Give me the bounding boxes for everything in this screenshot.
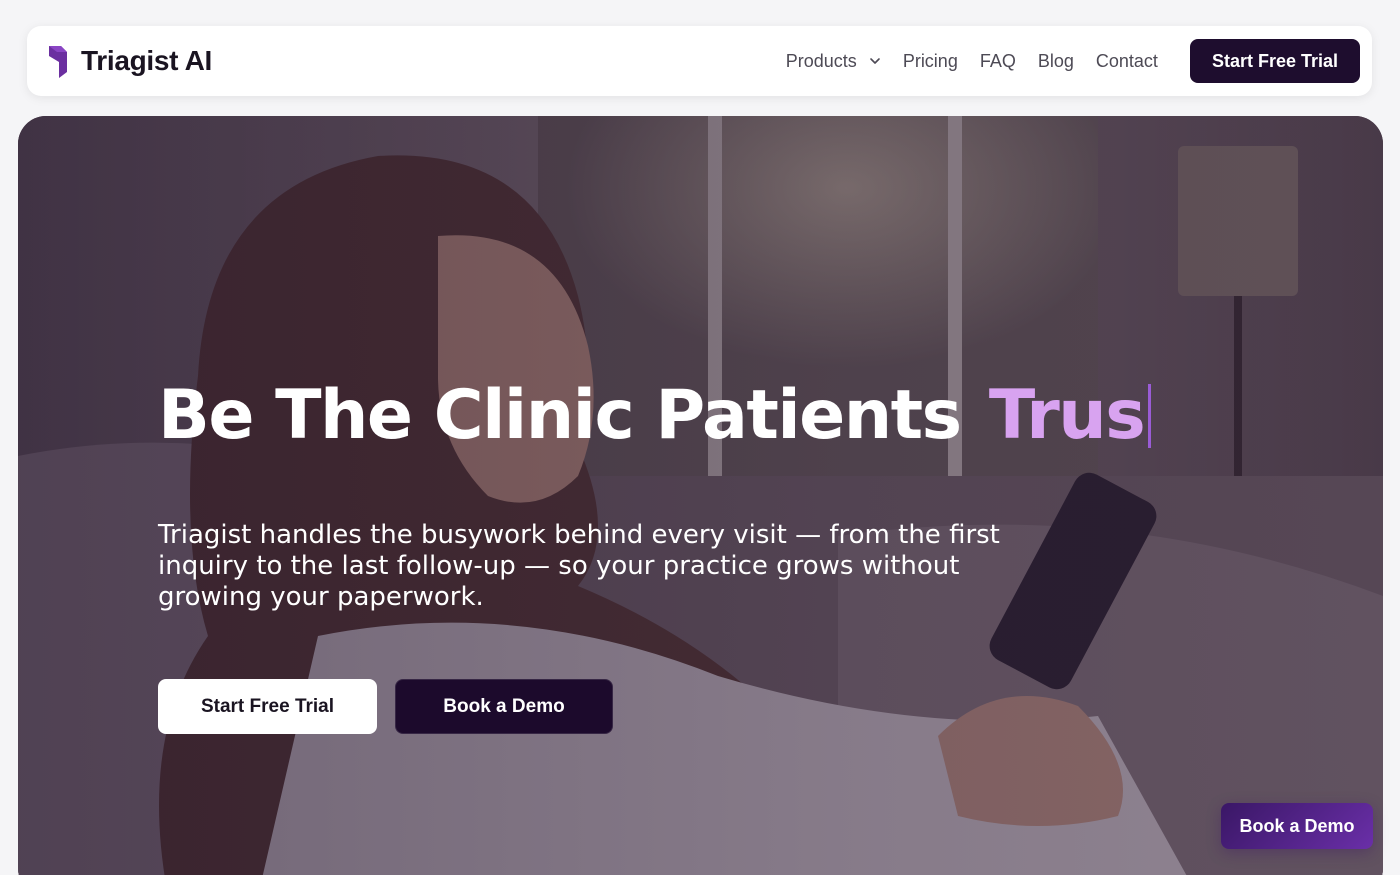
nav-products[interactable]: Products <box>786 51 881 72</box>
hero-start-free-trial-button[interactable]: Start Free Trial <box>158 679 377 734</box>
brand[interactable]: Triagist AI <box>47 44 212 78</box>
typing-caret <box>1148 384 1152 448</box>
nav-faq[interactable]: FAQ <box>980 51 1016 72</box>
brand-name: Triagist AI <box>81 45 213 76</box>
hero-section: Be The Clinic Patients Trus Triagist han… <box>18 116 1383 875</box>
hero-content: Be The Clinic Patients Trus Triagist han… <box>158 376 1152 734</box>
floating-book-demo-button[interactable]: Book a Demo <box>1221 803 1373 849</box>
chevron-down-icon <box>870 58 880 64</box>
hero-title-typed: Trus <box>988 376 1146 455</box>
landing-page: Triagist AI Products Pricing FAQ Blog Co… <box>0 0 1400 875</box>
triagist-logo-icon <box>49 46 67 78</box>
hero-actions: Start Free Trial Book a Demo <box>158 679 1078 734</box>
nav-products-label: Products <box>785 50 857 71</box>
hero-subtitle: Triagist handles the busywork behind eve… <box>158 520 1000 612</box>
nav-blog[interactable]: Blog <box>1038 51 1074 72</box>
nav-contact[interactable]: Contact <box>1096 51 1158 72</box>
hero-book-demo-button[interactable]: Book a Demo <box>395 679 613 734</box>
main-nav: Products Pricing FAQ Blog Contact Start … <box>786 39 1360 83</box>
hero-title-main: Be The Clinic Patients <box>158 376 962 455</box>
hero-title: Be The Clinic Patients Trus <box>158 376 1152 455</box>
nav-pricing[interactable]: Pricing <box>903 51 958 72</box>
top-navbar: Triagist AI Products Pricing FAQ Blog Co… <box>27 26 1372 96</box>
start-free-trial-button[interactable]: Start Free Trial <box>1189 39 1360 83</box>
